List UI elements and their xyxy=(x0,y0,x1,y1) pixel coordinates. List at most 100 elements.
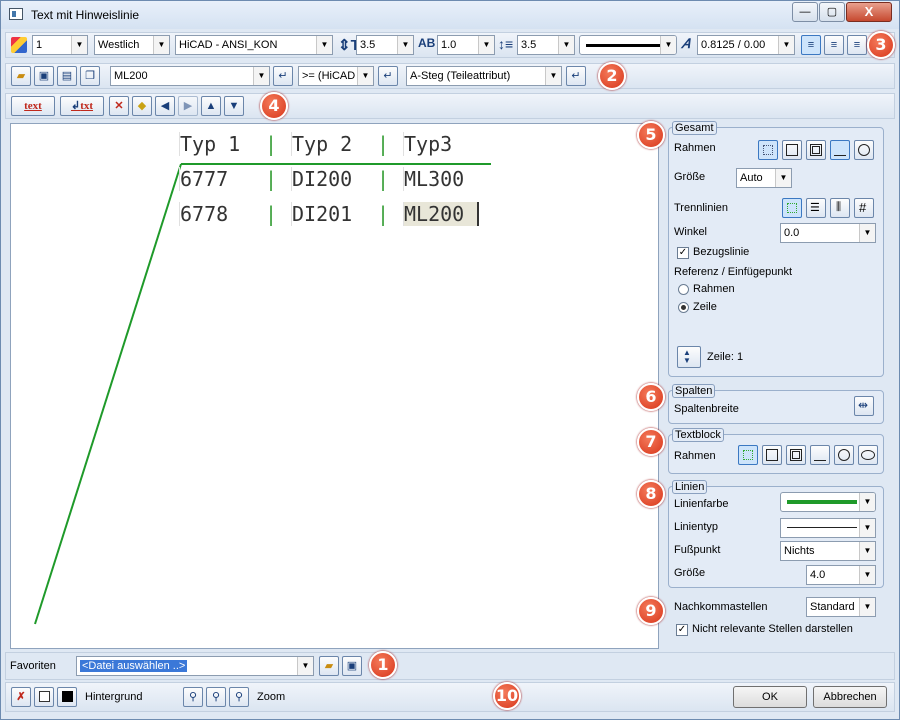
column-width-button[interactable]: ⇹ xyxy=(854,396,874,416)
column-separator: | xyxy=(265,132,278,156)
table-header-cell[interactable]: Typ 2 xyxy=(291,132,373,156)
frame-single-button[interactable] xyxy=(782,140,802,160)
arrow-left-icon: ◀ xyxy=(160,100,170,112)
ok-button[interactable]: OK xyxy=(733,686,807,708)
table-cell[interactable]: ML300 xyxy=(403,167,483,191)
maximize-button[interactable]: ▢ xyxy=(819,2,845,22)
script-select[interactable]: Westlich ▼ xyxy=(94,35,170,55)
symbol-icon: ◆ xyxy=(137,100,147,112)
minimize-button[interactable]: — xyxy=(792,2,818,22)
table-cell[interactable]: 6778 xyxy=(179,202,259,226)
tb-frame-none-button[interactable] xyxy=(738,445,758,465)
title-bar: Text mit Hinweislinie — ▢ X xyxy=(1,1,899,29)
delete-button[interactable]: ✕ xyxy=(109,96,129,116)
save-button[interactable]: ▣ xyxy=(34,66,54,86)
zoom-in-button[interactable]: ⚲ xyxy=(206,687,226,707)
table-cell[interactable]: DI201 xyxy=(291,202,373,226)
sep-vertical-button[interactable]: ⫼ xyxy=(830,198,850,218)
move-down-button[interactable]: ▼ xyxy=(224,96,244,116)
floppy-disk-icon: ▣ xyxy=(38,70,50,82)
frame-double-button[interactable] xyxy=(806,140,826,160)
size-select[interactable]: Auto ▼ xyxy=(736,168,792,188)
table-header-cell[interactable]: Typ 1 xyxy=(179,132,259,156)
callout-badge-3: 3 xyxy=(867,31,895,59)
table-cell[interactable]: 6777 xyxy=(179,167,259,191)
layer-select[interactable]: 1 ▼ xyxy=(32,35,88,55)
line-type-select[interactable]: ▼ xyxy=(780,518,876,538)
symbol-button[interactable]: ◆ xyxy=(132,96,152,116)
attribute-type-select[interactable]: A-Steg (Teileattribut) ▼ xyxy=(406,66,562,86)
frame-round-button[interactable] xyxy=(854,140,874,160)
move-left-button[interactable]: ◀ xyxy=(155,96,175,116)
align-right-button[interactable]: ≡ xyxy=(847,35,867,55)
selected-table-cell[interactable]: ML200 xyxy=(403,202,479,226)
tb-frame-round-button[interactable] xyxy=(834,445,854,465)
compare-select[interactable]: >= (HiCAD ▼ xyxy=(298,66,374,86)
background-white-button[interactable] xyxy=(34,687,54,707)
reference-frame-radio[interactable] xyxy=(678,284,689,295)
frame-none-button[interactable] xyxy=(758,140,778,160)
linien-legend: Linien xyxy=(672,480,708,494)
decimals-select[interactable]: Standard ▼ xyxy=(806,597,876,617)
zoom-out-button[interactable]: ⚲ xyxy=(229,687,249,707)
slant-field[interactable]: 0.8125 / 0.00 ▼ xyxy=(697,35,795,55)
line-color-select[interactable]: ▼ xyxy=(780,492,876,512)
text-height-field[interactable]: 3.5 ▼ xyxy=(356,35,414,55)
favorites-select[interactable]: <Datei auswählen ..> ▼ xyxy=(76,656,314,676)
line-style-select[interactable]: ▼ xyxy=(579,35,677,55)
background-black-button[interactable] xyxy=(57,687,77,707)
reference-line-checkbox[interactable]: ✓ xyxy=(677,247,689,259)
double-frame-icon xyxy=(790,449,802,461)
line-spacing-field[interactable]: 3.5 ▼ xyxy=(517,35,575,55)
sep-horizontal-button[interactable]: ☰ xyxy=(806,198,826,218)
magnifier-icon: ⚲ xyxy=(188,691,198,703)
cancel-button[interactable]: Abbrechen xyxy=(813,686,887,708)
close-button[interactable]: X xyxy=(846,2,892,22)
horizontal-lines-icon: ☰ xyxy=(810,202,820,214)
chevron-down-icon: ▼ xyxy=(775,169,791,187)
circle-frame-icon xyxy=(858,144,870,156)
foot-point-select[interactable]: Nichts ▼ xyxy=(780,541,876,561)
insert-text-button[interactable]: text xyxy=(11,96,55,116)
sep-none-button[interactable] xyxy=(782,198,802,218)
background-none-button[interactable]: ✗ xyxy=(11,687,31,707)
tb-frame-double-button[interactable] xyxy=(786,445,806,465)
script-value: Westlich xyxy=(98,39,140,51)
frame-underline-button[interactable] xyxy=(830,140,850,160)
paste-button[interactable]: ▤ xyxy=(57,66,77,86)
show-irrelevant-digits-checkbox[interactable]: ✓ xyxy=(676,624,688,636)
insert-txt-file-button[interactable]: ↲txt xyxy=(60,96,104,116)
copy-button[interactable]: ❐ xyxy=(80,66,100,86)
row-spinner[interactable]: ▲ ▼ xyxy=(677,346,701,368)
insert-compare-button[interactable]: ↵ xyxy=(378,66,398,86)
reference-row-radio[interactable] xyxy=(678,302,689,313)
insert-attribute-button[interactable]: ↵ xyxy=(273,66,293,86)
line-size-select[interactable]: 4.0 ▼ xyxy=(806,565,876,585)
char-width-field[interactable]: 1.0 ▼ xyxy=(437,35,495,55)
move-right-button[interactable]: ▶ xyxy=(178,96,198,116)
zoom-fit-button[interactable]: ⚲ xyxy=(183,687,203,707)
align-center-button[interactable]: ≡ xyxy=(824,35,844,55)
move-up-button[interactable]: ▲ xyxy=(201,96,221,116)
font-select[interactable]: HiCAD - ANSI_KON ▼ xyxy=(175,35,333,55)
favorites-open-button[interactable]: ▰ xyxy=(319,656,339,676)
open-button[interactable]: ▰ xyxy=(11,66,31,86)
table-header-cell[interactable]: Typ3 xyxy=(403,132,483,156)
column-separator: | xyxy=(377,132,390,156)
insert-type-button[interactable]: ↵ xyxy=(566,66,586,86)
table-cell[interactable]: DI200 xyxy=(291,167,373,191)
sep-grid-button[interactable]: # xyxy=(854,198,874,218)
dotted-frame-icon xyxy=(763,145,773,155)
tb-frame-underline-button[interactable] xyxy=(810,445,830,465)
chevron-down-icon: ▼ xyxy=(778,36,794,54)
align-left-button[interactable]: ≡ xyxy=(801,35,821,55)
tb-frame-oval-button[interactable] xyxy=(858,445,878,465)
foot-point-label: Fußpunkt xyxy=(674,544,721,556)
chevron-down-icon: ▼ xyxy=(71,36,87,54)
favorites-save-button[interactable]: ▣ xyxy=(342,656,362,676)
text-preview-canvas[interactable]: Typ 1 | Typ 2 | Typ3 6777 | DI200 | ML30… xyxy=(10,123,659,649)
attribute-name-select[interactable]: ML200 ▼ xyxy=(110,66,270,86)
tb-frame-single-button[interactable] xyxy=(762,445,782,465)
angle-select[interactable]: 0.0 ▼ xyxy=(780,223,876,243)
white-square-icon xyxy=(38,691,50,702)
